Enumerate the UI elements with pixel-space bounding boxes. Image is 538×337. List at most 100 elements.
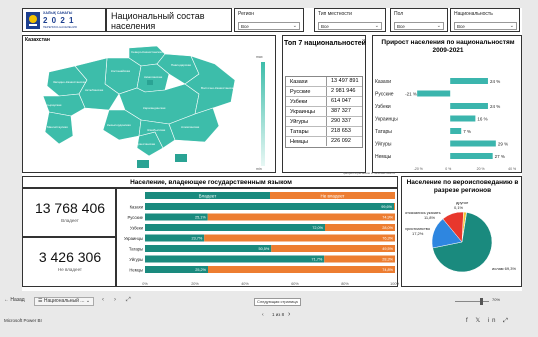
table-cell: Уйгуры	[290, 119, 309, 125]
chevron-down-icon: ⌄	[509, 23, 514, 29]
growth-category-label: Украинцы	[375, 117, 398, 123]
slicer-region-dropdown[interactable]: Все ⌄	[238, 22, 300, 30]
growth-bar[interactable]	[450, 153, 493, 159]
language-category-label: Казахи	[130, 205, 144, 210]
language-not-value: 76,3%	[382, 237, 393, 241]
language-category-label: Немцы	[129, 268, 143, 273]
growth-bar-chart[interactable]: Казахи 24 % Русские -21 % Узбеки 24 % Украинцы…	[373, 76, 523, 172]
language-tick-label: 100%	[390, 282, 399, 286]
growth-data-label: 16 %	[477, 117, 487, 122]
language-tick-label: 0%	[142, 282, 148, 286]
table-row: Русские 2 981 946	[286, 87, 362, 97]
table-cell: 614 047	[326, 97, 351, 106]
table-cell: 2 981 946	[326, 87, 355, 96]
map-inset-astana	[147, 80, 153, 85]
tooltip-next-page: Следующая страница	[254, 298, 301, 306]
slicer-region-value: Все	[241, 24, 249, 29]
nonowners-card: 3 426 306 Не владеет	[22, 237, 116, 287]
language-own-bar[interactable]	[145, 245, 272, 252]
logo-line1: ХАЛЫҚ САНАҒЫ	[43, 11, 73, 15]
language-not-bar[interactable]	[271, 245, 395, 252]
slicer-sex: Пол Все ⌄	[390, 8, 448, 32]
language-own-bar[interactable]	[145, 203, 394, 210]
map-label: Акмолинская	[144, 75, 163, 79]
map-label: Западно-Казахстанская	[53, 80, 87, 84]
page-menu-label: Национальный ...	[43, 298, 85, 304]
table-cell: Татары	[290, 129, 309, 135]
language-category-label: Татары	[129, 247, 143, 252]
language-category-label: Русские	[127, 215, 143, 220]
language-not-value: 28,3%	[382, 258, 393, 262]
growth-tick-label: -20 %	[414, 167, 423, 171]
map-panel: Казахстан Северо-Казахстанская Костанайс…	[22, 35, 276, 173]
language-own-bar[interactable]	[145, 224, 325, 231]
table-row: Немцы 226 092	[286, 137, 362, 147]
map-label: Актюбинская	[85, 88, 104, 92]
next-page-button[interactable]: ›	[288, 311, 290, 318]
slicer-sex-dropdown[interactable]: Все ⌄	[394, 22, 444, 30]
report-canvas: ХАЛЫҚ САНАҒЫ 2 0 2 1 ПЕРЕПИСЬ НАСЕЛЕНИЯ …	[22, 8, 522, 291]
growth-bar[interactable]	[417, 90, 451, 97]
language-not-bar[interactable]	[394, 203, 395, 210]
language-not-value: 74,9%	[382, 216, 393, 220]
zoom-slider-handle[interactable]	[480, 298, 483, 305]
growth-bar[interactable]	[450, 128, 462, 134]
slicer-region-label: Регион	[238, 11, 255, 17]
chevron-down-icon: ⌄	[292, 23, 297, 29]
language-not-bar[interactable]	[208, 266, 395, 273]
slicer-nationality-dropdown[interactable]: Все ⌄	[454, 22, 517, 30]
language-own-value: 71,7%	[311, 258, 322, 262]
growth-bar[interactable]	[450, 103, 488, 109]
table-cell: Казахи	[290, 79, 308, 85]
growth-tick-label: 40 %	[508, 167, 516, 171]
title-panel: Национальный состав населения	[106, 8, 232, 32]
map-scale-min: min	[256, 167, 262, 171]
religion-pie-chart[interactable]: ислам 69,3%христианство17,2%отказались у…	[402, 177, 523, 288]
prev-page-button[interactable]: ‹	[262, 313, 264, 318]
language-own-bar[interactable]	[145, 255, 325, 263]
zoom-slider[interactable]	[455, 301, 489, 302]
expand-icon[interactable]: ⤢	[126, 297, 131, 303]
page-title-line1: Национальный состав	[111, 11, 205, 21]
language-not-bar[interactable]	[204, 234, 395, 242]
growth-data-label: -21 %	[405, 92, 417, 97]
legend-own-label: Владеет	[199, 194, 217, 199]
back-label: Назад	[10, 297, 25, 303]
slicer-sex-value: Все	[397, 24, 405, 29]
growth-bar[interactable]	[450, 140, 496, 147]
growth-bar[interactable]	[450, 78, 488, 84]
language-not-value: 74,8%	[382, 268, 393, 272]
growth-bar[interactable]	[450, 115, 476, 122]
language-own-value: 50,5%	[258, 247, 269, 251]
map-inset-almaty-city	[175, 154, 187, 162]
page-menu[interactable]: ☰ Национальный ... ⌄	[34, 297, 95, 306]
prev-page-icon[interactable]: ‹	[102, 297, 104, 303]
language-subtitle: Требуется регионов и типа местности	[342, 171, 395, 175]
table-cell: Русские	[290, 89, 311, 95]
brand-label: Microsoft Power BI	[4, 318, 42, 323]
language-category-label: Уйгуры	[129, 257, 143, 262]
share-icons[interactable]: f 𝕏 in ⤢	[466, 318, 511, 324]
language-not-bar[interactable]	[207, 213, 395, 221]
slicer-region: Регион Все ⌄	[234, 8, 304, 32]
language-stacked-bar-chart[interactable]: Владеет Не владеет Казахи 99,6% Русские 25,1%…	[117, 189, 399, 288]
growth-panel: Прирост населения по национальностям 200…	[372, 35, 522, 173]
pie-label-other-pct: 0,1%	[454, 205, 464, 210]
table-cell: Немцы	[290, 139, 308, 145]
religion-panel: Население по вероисповеданию в разрезе р…	[401, 176, 522, 287]
slicer-locality-value: Все	[321, 24, 329, 29]
next-page-icon[interactable]: ›	[114, 297, 116, 303]
slicer-locality-dropdown[interactable]: Все ⌄	[318, 22, 382, 30]
back-button[interactable]: ← Назад	[4, 298, 25, 303]
map-label: Кызылординская	[107, 123, 131, 127]
map-label: Северо-Казахстанская	[131, 50, 163, 54]
table-row: Украинцы 387 327	[286, 107, 362, 117]
table-cell: Украинцы	[290, 109, 315, 115]
top7-title-line: Топ 7 национальностей	[284, 40, 366, 47]
language-tick-label: 40%	[241, 282, 249, 286]
language-own-value: 25,2%	[195, 268, 206, 272]
pie-label-refused: отказались указать	[405, 210, 441, 215]
map-label: Мангистауская	[47, 125, 68, 129]
map-inset-shymkent	[137, 160, 149, 168]
nonowners-label: Не владеет	[58, 267, 82, 272]
